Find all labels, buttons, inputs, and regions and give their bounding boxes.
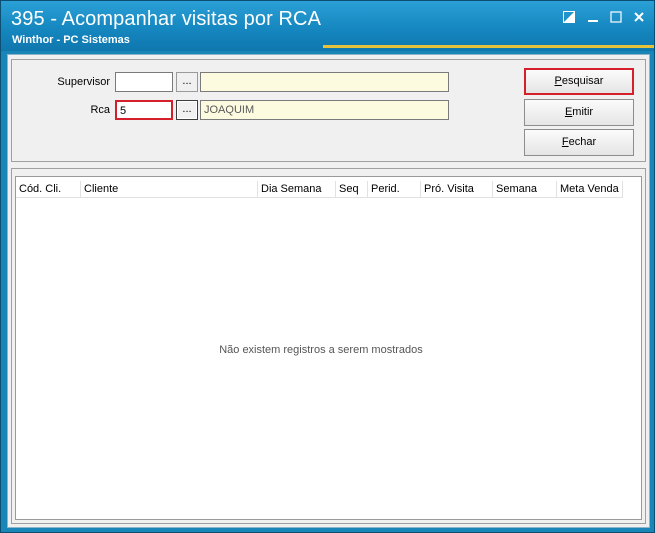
column-header-dia-semana[interactable]: Dia Semana bbox=[258, 181, 336, 198]
column-header-cliente[interactable]: Cliente bbox=[81, 181, 258, 198]
column-header-cod-cli[interactable]: Cód. Cli. bbox=[16, 181, 81, 198]
rca-label: Rca bbox=[90, 104, 110, 116]
emitir-button[interactable]: Emitir bbox=[524, 99, 634, 126]
column-header-seq[interactable]: Seq bbox=[336, 181, 368, 198]
maximize-icon[interactable] bbox=[606, 9, 626, 27]
title-accent-bar bbox=[323, 45, 654, 48]
filter-panel: Supervisor ... Rca 5 ... JOAQUIM Pesquis… bbox=[11, 59, 646, 162]
empty-grid-message: Não existem registros a serem mostrados bbox=[219, 344, 423, 356]
rca-lookup-button[interactable]: ... bbox=[176, 100, 198, 120]
client-area: Supervisor ... Rca 5 ... JOAQUIM Pesquis… bbox=[7, 54, 650, 528]
column-header-semana[interactable]: Semana bbox=[493, 181, 557, 198]
rca-code-input[interactable]: 5 bbox=[115, 100, 173, 120]
rca-name-field: JOAQUIM bbox=[200, 100, 449, 120]
supervisor-lookup-button[interactable]: ... bbox=[176, 72, 198, 92]
pesquisar-button[interactable]: Pesquisar bbox=[524, 68, 634, 95]
title-bar: 395 - Acompanhar visitas por RCA Winthor… bbox=[1, 1, 654, 51]
supervisor-label: Supervisor bbox=[57, 76, 110, 88]
window-title: 395 - Acompanhar visitas por RCA bbox=[11, 8, 322, 30]
column-header-perid[interactable]: Perid. bbox=[368, 181, 421, 198]
restore-icon[interactable] bbox=[559, 9, 579, 27]
close-icon[interactable] bbox=[629, 9, 649, 27]
grid-header: Cód. Cli. Cliente Dia Semana Seq Perid. … bbox=[16, 181, 623, 198]
column-header-meta-venda[interactable]: Meta Venda bbox=[557, 181, 623, 198]
supervisor-code-input[interactable] bbox=[115, 72, 173, 92]
app-window: 395 - Acompanhar visitas por RCA Winthor… bbox=[0, 0, 655, 533]
column-header-pro-visita[interactable]: Pró. Visita bbox=[421, 181, 493, 198]
fechar-button[interactable]: Fechar bbox=[524, 129, 634, 156]
results-panel: Cód. Cli. Cliente Dia Semana Seq Perid. … bbox=[11, 168, 646, 524]
minimize-icon[interactable] bbox=[583, 9, 603, 27]
window-subtitle: Winthor - PC Sistemas bbox=[12, 34, 130, 46]
supervisor-name-field bbox=[200, 72, 449, 92]
results-grid[interactable]: Cód. Cli. Cliente Dia Semana Seq Perid. … bbox=[15, 176, 642, 520]
